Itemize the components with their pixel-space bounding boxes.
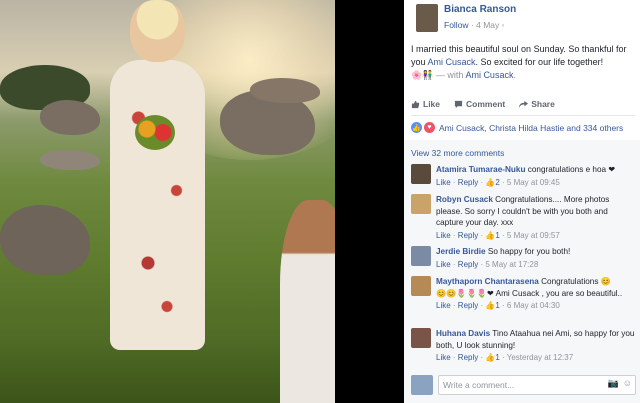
commenter-avatar[interactable] [411, 246, 431, 266]
commenter-name[interactable]: Atamira Tumarae-Nuku [436, 165, 525, 174]
comment-like-link[interactable]: Like [436, 260, 451, 269]
commenter-name[interactable]: Jerdie Birdie [436, 247, 486, 256]
comment-icon [454, 100, 463, 108]
post-actions: Like Comment Share [411, 97, 636, 111]
like-reaction-icon: 👍 [411, 122, 422, 133]
comment-reply-link[interactable]: Reply [458, 353, 478, 362]
comment-time[interactable]: 5 May at 17:28 [485, 260, 538, 269]
author-avatar[interactable] [416, 4, 438, 32]
comment-footer: Like · Reply · 👍1 · Yesterday at 12:37 [436, 353, 574, 362]
divider [411, 115, 635, 116]
comment-like-count[interactable]: 👍1 [485, 353, 499, 362]
globe-icon: ◦ [501, 20, 505, 30]
comment-composer: Write a comment... 📷 ☺ [411, 373, 637, 397]
comment-footer: Like · Reply · 👍1 · 5 May at 09:57 [436, 230, 560, 240]
comment-text: So happy for you both! [487, 247, 571, 256]
comment-like-link[interactable]: Like [436, 178, 451, 187]
with-person-link[interactable]: Ami Cusack [465, 70, 513, 80]
comment-text-continued: 😊😊🌷🌷🌷❤ Ami Cusack , you are so beautiful… [436, 288, 623, 298]
comment-reply-link[interactable]: Reply [458, 301, 478, 310]
author-name[interactable]: Bianca Ranson [444, 4, 516, 15]
rock [250, 78, 320, 103]
like-count: 1 [495, 353, 500, 362]
like-count: 2 [495, 177, 500, 187]
smile-icon[interactable]: ☺ [623, 378, 632, 388]
rock [40, 150, 100, 170]
commenter-avatar[interactable] [411, 194, 431, 214]
post-sidebar: Bianca Ranson Follow · 4 May ◦ I married… [404, 0, 640, 403]
reactions-summary[interactable]: 👍 ♥ Ami Cusack, Christa Hilda Hastie and… [411, 122, 636, 133]
comment-text: Congratulations 😊 [541, 277, 611, 286]
bouquet [135, 115, 175, 150]
comment-time[interactable]: 5 May at 09:45 [507, 178, 560, 187]
post-emoji: 🌸👫 [411, 70, 434, 80]
current-user-avatar [411, 375, 433, 395]
thumbs-up-icon [411, 100, 420, 108]
commenter-avatar[interactable] [411, 276, 431, 296]
comment-like-link[interactable]: Like [436, 301, 451, 310]
bride-dress [110, 60, 205, 350]
commenter-avatar[interactable] [411, 328, 431, 348]
follow-link[interactable]: Follow [444, 20, 469, 30]
view-more-comments-link[interactable]: View 32 more comments [411, 148, 504, 158]
child-figure [280, 200, 335, 403]
rock [0, 205, 90, 275]
love-reaction-icon: ♥ [424, 122, 435, 133]
comments-section: View 32 more comments Atamira Tumarae-Nu… [404, 140, 640, 403]
like-button[interactable]: Like [411, 97, 440, 111]
tagged-person-link[interactable]: Ami Cusack [428, 57, 476, 67]
share-icon [519, 100, 529, 108]
comment-footer: Like · Reply · 👍1 · 6 May at 04:30 [436, 301, 560, 310]
commenter-name[interactable]: Huhana Davis [436, 329, 490, 338]
commenter-avatar[interactable] [411, 164, 431, 184]
post-date[interactable]: 4 May [476, 20, 499, 30]
comment-time[interactable]: 5 May at 09:57 [507, 231, 560, 240]
camera-icon[interactable]: 📷 [608, 378, 619, 389]
like-count: 1 [495, 230, 500, 240]
post-header: Bianca Ranson Follow · 4 May ◦ [404, 0, 640, 38]
comment-like-count[interactable]: 👍2 [485, 178, 499, 187]
commenter-name[interactable]: Maythaporn Chantarasena [436, 277, 539, 286]
comment-time[interactable]: 6 May at 04:30 [507, 301, 560, 310]
share-button[interactable]: Share [519, 97, 555, 111]
bride-head [130, 0, 185, 62]
with-prefix: — with [433, 70, 466, 80]
comment-reply-link[interactable]: Reply [458, 231, 478, 240]
comment-label: Comment [466, 99, 506, 109]
like-count: 1 [495, 301, 500, 310]
like-label: Like [423, 99, 441, 109]
comment-input[interactable]: Write a comment... [438, 375, 636, 395]
share-label: Share [531, 99, 555, 109]
commenter-name[interactable]: Robyn Cusack [436, 195, 493, 204]
comment-like-link[interactable]: Like [436, 353, 451, 362]
comment-text: congratulations e hoa ❤ [527, 165, 616, 174]
post-text: I married this beautiful soul on Sunday.… [411, 43, 640, 82]
post-meta: Follow · 4 May ◦ [444, 20, 505, 30]
rock [40, 100, 100, 135]
post-text-part: . So excited for our life together! [475, 57, 604, 67]
comment-like-link[interactable]: Like [436, 231, 451, 240]
post-photo[interactable] [0, 0, 335, 403]
comment-like-count[interactable]: 👍1 [485, 301, 499, 310]
with-suffix: . [513, 70, 516, 80]
comment-like-count[interactable]: 👍1 [485, 231, 499, 240]
comment-footer: Like · Reply · 👍2 · 5 May at 09:45 [436, 177, 560, 187]
comment-reply-link[interactable]: Reply [458, 260, 478, 269]
reactions-text[interactable]: Ami Cusack, Christa Hilda Hastie and 334… [439, 123, 623, 133]
comment-button[interactable]: Comment [454, 97, 505, 111]
comment-footer: Like · Reply · 5 May at 17:28 [436, 259, 539, 269]
comment-time[interactable]: Yesterday at 12:37 [507, 353, 573, 362]
comment-reply-link[interactable]: Reply [458, 178, 478, 187]
